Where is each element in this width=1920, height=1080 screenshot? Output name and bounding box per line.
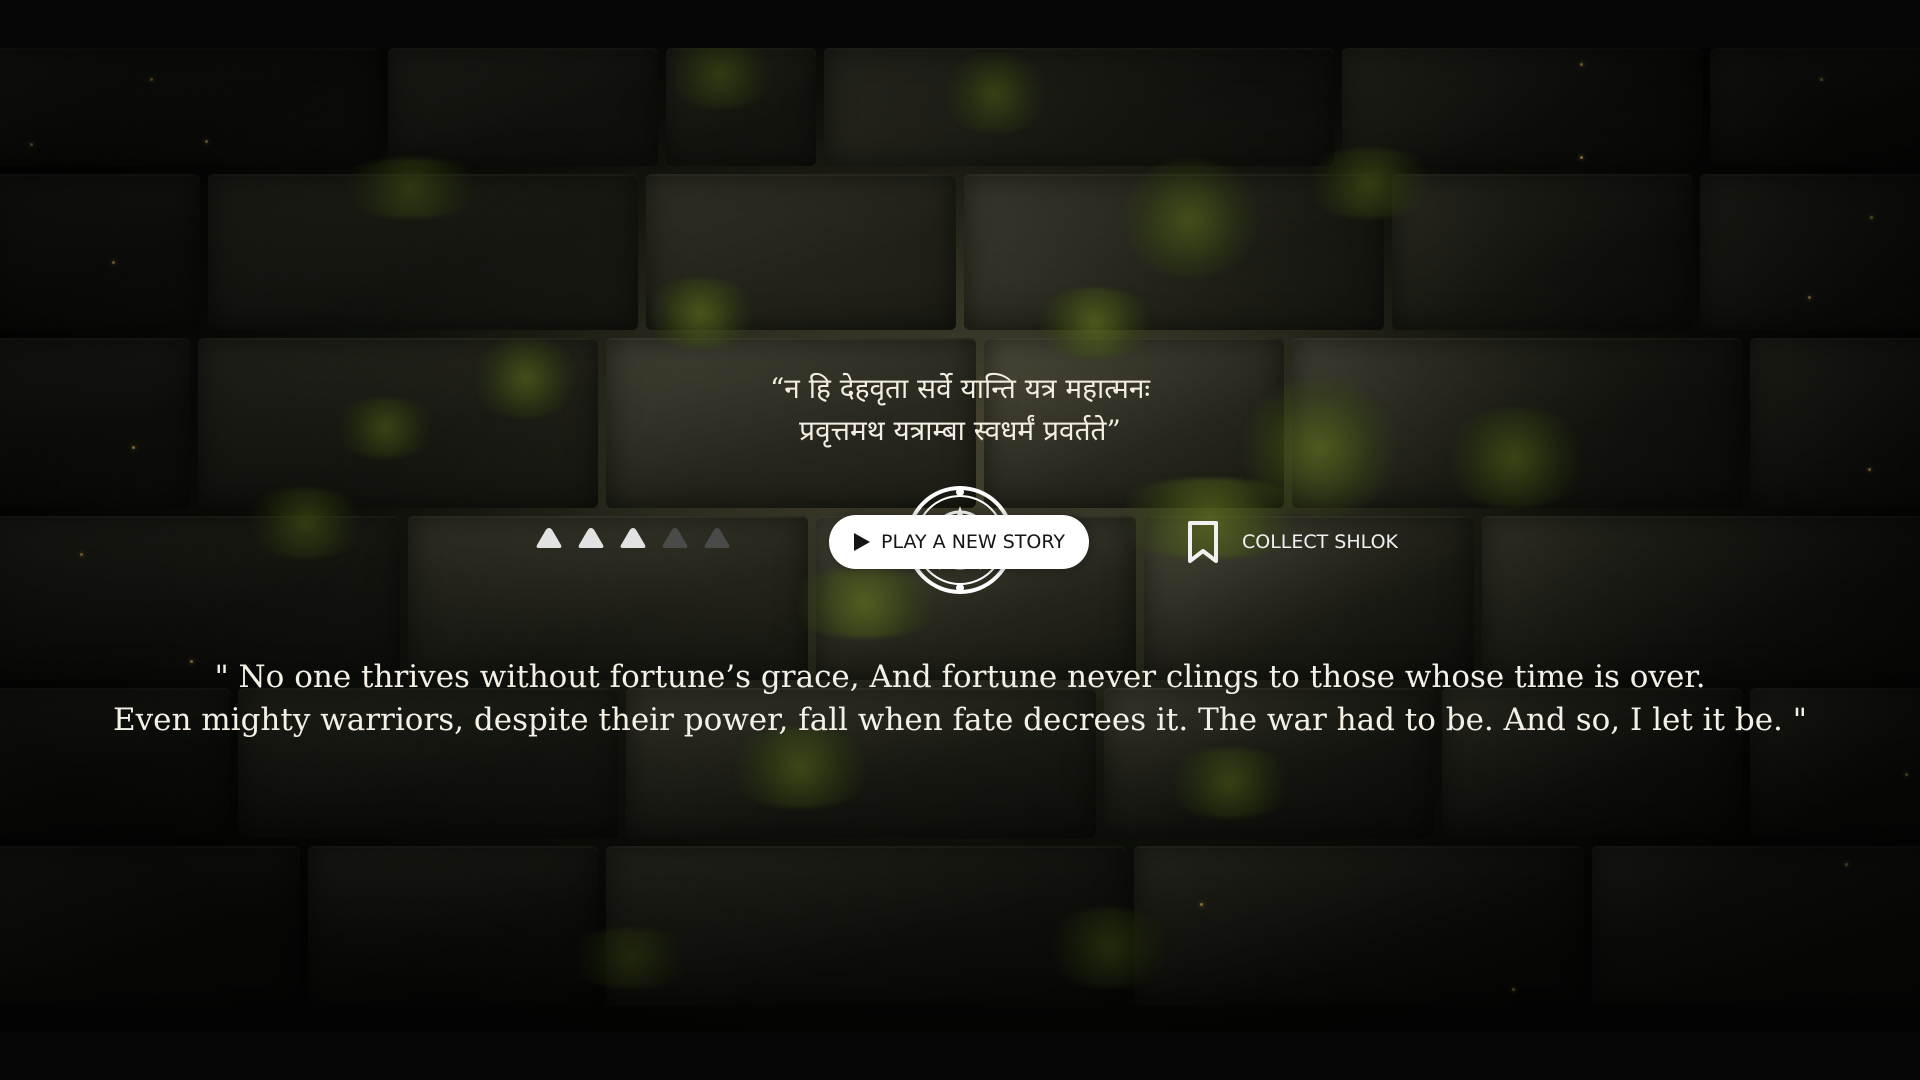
- wall-row: [0, 846, 1920, 1006]
- rating-empty-icon: [704, 528, 730, 548]
- collect-shlok-button[interactable]: COLLECT SHLOK: [1186, 520, 1398, 564]
- controls-bar: PLAY A NEW STORY COLLECT SHLOK: [0, 480, 1920, 600]
- rating-filled-icon: [620, 528, 646, 548]
- rating-filled-icon: [578, 528, 604, 548]
- rating-empty-icon: [662, 528, 688, 548]
- letterbox-bottom: [0, 1032, 1920, 1080]
- translation-line-2: Even mighty warriors, despite their powe…: [112, 702, 1808, 738]
- shlok-line-1: “न हि देहवृता सर्वे यान्ति यत्र महात्मनः: [769, 372, 1151, 405]
- rating-filled-icon: [536, 528, 562, 548]
- shlok-text: “न हि देहवृता सर्वे यान्ति यत्र महात्मनः…: [0, 368, 1920, 452]
- bookmark-icon: [1188, 521, 1218, 563]
- translation-text: " No one thrives without fortune’s grace…: [0, 656, 1920, 742]
- shlok-line-2: प्रवृत्तमथ यत्राम्बा स्वधर्मं प्रवर्तते”: [799, 414, 1121, 447]
- collect-shlok-label: COLLECT SHLOK: [1242, 531, 1398, 553]
- play-icon: [854, 533, 871, 551]
- difficulty-rating: [534, 525, 732, 551]
- play-new-story-label: PLAY A NEW STORY: [881, 531, 1065, 553]
- letterbox-top: [0, 0, 1920, 48]
- wall-row: [0, 174, 1920, 330]
- play-story-group: PLAY A NEW STORY: [829, 480, 1091, 600]
- play-new-story-button[interactable]: PLAY A NEW STORY: [829, 515, 1089, 569]
- translation-line-1: " No one thrives without fortune’s grace…: [214, 659, 1706, 695]
